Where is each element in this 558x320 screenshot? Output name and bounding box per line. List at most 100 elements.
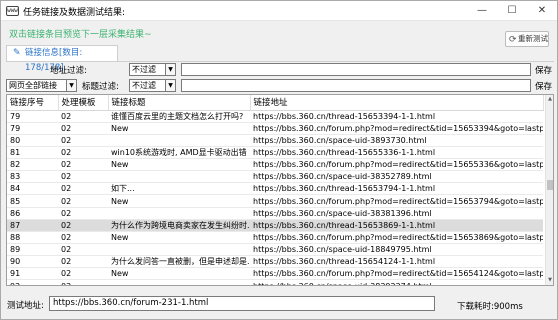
table-row[interactable]: 90 02 为什么发问答一直被删，但是申述却是... https://bbs.360.… — [7, 255, 543, 269]
filter-panel: 地址过滤: 不过滤 ▼ 保存 网页全部链接 ▼ 标题过滤: 不过滤 ▼ 保存 — [6, 61, 554, 93]
download-time: 下载耗时:900ms — [457, 302, 523, 312]
table-row[interactable]: 9202 https://bbs.360.cn/space-uid-3839227… — [7, 279, 543, 285]
link-type-select[interactable]: 网页全部链接 ▼ — [6, 79, 77, 92]
cell-index: 89 — [7, 243, 58, 257]
cell-url: https://bbs.360.cn/forum.php?mod=redirec… — [250, 231, 543, 245]
cell-title: 为什么作为跨境电商卖家在发生纠纷时... — [108, 219, 250, 232]
cell-template: 02 — [58, 146, 108, 160]
cell-title — [108, 243, 250, 257]
table-row[interactable]: 88 02 New https://bbs.360.cn/forum.php?mod=… — [7, 231, 543, 245]
scroll-up-icon[interactable]: ▲ — [546, 95, 553, 104]
cell-title — [108, 207, 250, 220]
cell-index: 79 — [7, 122, 58, 135]
title-filter-label: 标题过滤: — [82, 82, 119, 92]
title-filter-save-button[interactable]: 保存 — [535, 80, 552, 92]
cell-template: 02 — [58, 267, 108, 281]
title-bar: www 任务链接及数据测试结果: — ☐ ✕ — [1, 1, 557, 21]
link-table[interactable]: 链接序号 处理模板 链接标题 链接地址 79 02 谁懂百度云里的主题文档怎么打开吗… — [6, 94, 554, 286]
maximize-button[interactable]: ☐ — [497, 1, 527, 21]
table-row[interactable]: 79 02 New https://bbs.360.cn/forum.php?mod=… — [7, 122, 543, 135]
title-filter-select-value: 不过滤 — [132, 81, 156, 90]
cell-template: 02 — [58, 134, 108, 147]
url-filter-select[interactable]: 不过滤 ▼ — [129, 63, 176, 76]
table-row[interactable]: 81 02 win10系统游戏时, AMD显卡驱动出错 https://bbs.360… — [7, 146, 543, 160]
cell-title — [108, 170, 250, 184]
cell-url: https://bbs.360.cn/space-uid-38392274.ht… — [250, 279, 543, 285]
retest-button[interactable]: ⟳ 重新测试 — [505, 31, 549, 47]
minimize-button[interactable]: — — [467, 1, 497, 21]
window-title: 任务链接及数据测试结果: — [23, 8, 126, 18]
app-icon: www — [6, 6, 19, 16]
title-filter-select[interactable]: 不过滤 ▼ — [129, 79, 176, 92]
chevron-down-icon: ▼ — [165, 64, 175, 75]
cell-template: 02 — [58, 207, 108, 220]
url-filter-label: 地址过滤: — [50, 66, 87, 76]
cell-title: win10系统游戏时, AMD显卡驱动出错 — [108, 146, 250, 160]
link-type-select-value: 网页全部链接 — [9, 81, 57, 90]
column-header-index[interactable]: 链接序号 — [7, 95, 59, 111]
table-header: 链接序号 处理模板 链接标题 链接地址 — [7, 95, 544, 111]
cell-title: New — [108, 267, 250, 281]
cell-url: https://bbs.360.cn/space-uid-38381396.ht… — [250, 207, 543, 220]
test-result-window: www 任务链接及数据测试结果: — ☐ ✕ 双击链接条目预览下一层采集结果~ … — [0, 0, 558, 320]
retest-button-label: 重新测试 — [518, 34, 548, 43]
cell-index: 92 — [7, 279, 58, 285]
cell-index: 84 — [7, 182, 58, 196]
url-filter-input[interactable] — [181, 63, 531, 76]
table-row[interactable]: 91 02 New https://bbs.360.cn/forum.php?mod=… — [7, 267, 543, 281]
scroll-down-icon[interactable]: ▼ — [546, 276, 553, 285]
title-filter-input[interactable] — [181, 79, 531, 92]
table-row[interactable]: 85 02 New https://bbs.360.cn/forum.php?mod=… — [7, 194, 543, 208]
cell-index: 86 — [7, 207, 58, 220]
column-header-template[interactable]: 处理模板 — [58, 95, 109, 111]
cell-template: 02 — [58, 279, 108, 285]
table-row[interactable]: 79 02 谁懂百度云里的主题文档怎么打开吗? https://bbs.360.cn/… — [7, 110, 543, 123]
chevron-down-icon: ▼ — [165, 80, 175, 91]
cell-template: 02 — [58, 255, 108, 269]
cell-template: 02 — [58, 194, 108, 208]
cell-url: https://bbs.360.cn/forum.php?mod=redirec… — [250, 267, 543, 281]
column-header-url[interactable]: 链接地址 — [250, 95, 544, 111]
cell-template: 02 — [58, 231, 108, 245]
test-address-label: 测试地址: — [7, 301, 44, 311]
cell-template: 02 — [58, 182, 108, 196]
table-row[interactable]: 84 02 如下... https://bbs.360.cn/thread-15653… — [7, 182, 543, 196]
cell-url: https://bbs.360.cn/forum.php?mod=redirec… — [250, 194, 543, 208]
cell-url: https://bbs.360.cn/thread-15653869-1-1.h… — [250, 219, 543, 232]
table-row[interactable]: 82 02 New https://bbs.360.cn/forum.php?mod=… — [7, 158, 543, 172]
chevron-down-icon: ▼ — [66, 80, 76, 91]
cell-title: New — [108, 158, 250, 172]
cell-index: 91 — [7, 267, 58, 281]
cell-template: 02 — [58, 219, 108, 232]
cell-title: New — [108, 194, 250, 208]
close-button[interactable]: ✕ — [527, 1, 557, 21]
cell-template: 02 — [58, 110, 108, 123]
table-row[interactable]: 87 02 为什么作为跨境电商卖家在发生纠纷时... https://bbs.360.… — [7, 219, 543, 232]
cell-index: 82 — [7, 158, 58, 172]
test-address-input[interactable]: https://bbs.360.cn/forum-231-1.html — [49, 296, 435, 311]
cell-template: 02 — [58, 243, 108, 257]
cell-title: 谁懂百度云里的主题文档怎么打开吗? — [108, 110, 250, 123]
vertical-scrollbar[interactable]: ▲ ▼ — [545, 95, 553, 285]
table-row[interactable]: 83 02 https://bbs.360.cn/space-uid-3835278… — [7, 170, 543, 184]
cell-template: 02 — [58, 170, 108, 184]
cell-title: 如下... — [108, 182, 250, 196]
cell-url: https://bbs.360.cn/thread-15654124-1-1.h… — [250, 255, 543, 269]
cell-title: New — [108, 231, 250, 245]
cell-index: 85 — [7, 194, 58, 208]
tab-link-info[interactable]: ✎ 链接信息[数目: 178/178] — [6, 45, 118, 73]
cell-url: https://bbs.360.cn/forum.php?mod=redirec… — [250, 158, 543, 172]
table-row[interactable]: 80 02 https://bbs.360.cn/space-uid-3893730… — [7, 134, 543, 147]
cell-url: https://bbs.360.cn/space-uid-18849795.ht… — [250, 243, 543, 257]
url-filter-save-button[interactable]: 保存 — [535, 64, 552, 76]
table-row[interactable]: 89 02 https://bbs.360.cn/space-uid-1884979… — [7, 243, 543, 257]
cell-url: https://bbs.360.cn/space-uid-3893730.htm… — [250, 134, 543, 147]
refresh-icon: ⟳ — [509, 35, 517, 45]
cell-template: 02 — [58, 158, 108, 172]
scrollbar-thumb[interactable] — [547, 180, 553, 190]
cell-index: 79 — [7, 110, 58, 123]
cell-index: 90 — [7, 255, 58, 269]
table-row[interactable]: 86 02 https://bbs.360.cn/space-uid-3838139… — [7, 207, 543, 220]
cell-index: 87 — [7, 219, 58, 232]
column-header-title[interactable]: 链接标题 — [108, 95, 251, 111]
